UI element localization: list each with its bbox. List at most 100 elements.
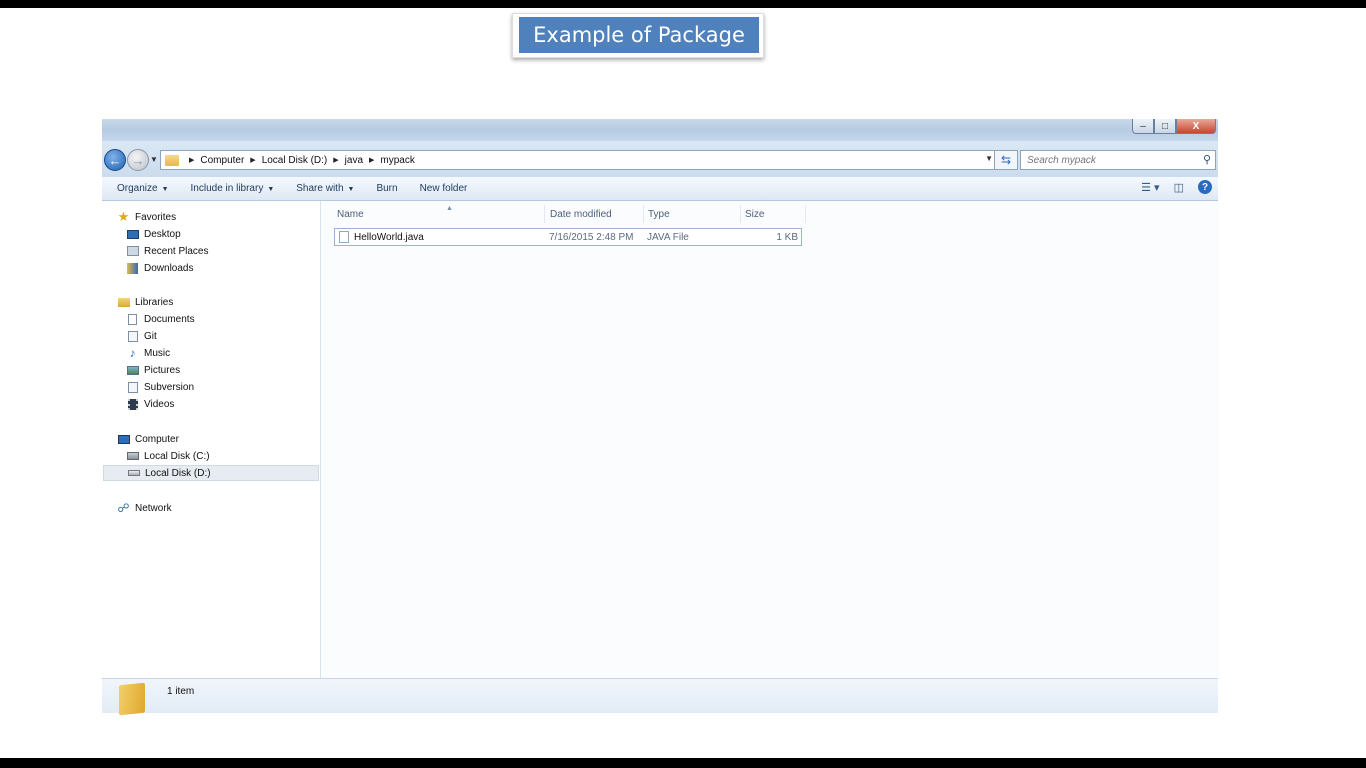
recent-places-icon bbox=[126, 245, 139, 257]
subversion-library-icon bbox=[126, 381, 139, 393]
slide: Example of Package – □ X ← → ▼ ▶ Compute… bbox=[0, 8, 1366, 758]
back-arrow-icon: ← bbox=[108, 152, 122, 168]
desktop-icon bbox=[126, 228, 139, 240]
sidebar-item-network[interactable]: ☍ Network bbox=[117, 500, 171, 516]
chevron-down-icon: ▼ bbox=[161, 186, 169, 193]
sidebar-item-downloads[interactable]: Downloads bbox=[126, 260, 193, 276]
sort-ascending-icon: ▲ bbox=[446, 205, 453, 212]
sidebar-item-label: Git bbox=[144, 330, 157, 342]
burn-button[interactable]: Burn bbox=[369, 183, 404, 194]
sidebar-item-label: Downloads bbox=[144, 262, 194, 274]
breadcrumb-java[interactable]: java bbox=[345, 155, 363, 166]
sidebar-item-label: Local Disk (D:) bbox=[145, 467, 211, 479]
sidebar-item-label: Subversion bbox=[144, 381, 195, 393]
git-library-icon bbox=[126, 330, 139, 342]
forward-arrow-icon: → bbox=[131, 152, 145, 168]
slide-title: Example of Package bbox=[519, 17, 759, 53]
folder-icon bbox=[165, 154, 179, 166]
search-box[interactable]: ⚲ bbox=[1020, 150, 1216, 170]
refresh-icon: ⇆ bbox=[1000, 153, 1012, 167]
breadcrumb-computer[interactable]: Computer bbox=[200, 155, 244, 166]
chevron-right-icon[interactable]: ▶ bbox=[250, 156, 255, 164]
drive-icon bbox=[127, 467, 140, 479]
sidebar-item-label: Favorites bbox=[135, 211, 177, 223]
preview-pane-icon[interactable]: ◫ bbox=[1174, 181, 1184, 194]
computer-icon bbox=[117, 433, 130, 445]
new-folder-button[interactable]: New folder bbox=[413, 183, 475, 194]
view-controls: ☰ ▾ ◫ ? bbox=[1141, 180, 1212, 194]
chevron-right-icon[interactable]: ▶ bbox=[189, 156, 194, 164]
refresh-button[interactable]: ⇆ bbox=[994, 150, 1018, 170]
sidebar-item-desktop[interactable]: Desktop bbox=[126, 226, 181, 242]
sidebar-item-label: Videos bbox=[144, 398, 175, 410]
file-list-pane: Name ▲ Date modified Type Size HelloWorl… bbox=[322, 201, 1218, 678]
window-titlebar[interactable]: – □ X bbox=[102, 119, 1218, 141]
breadcrumb-local-disk-d[interactable]: Local Disk (D:) bbox=[262, 155, 328, 166]
file-name: HelloWorld.java bbox=[354, 232, 424, 243]
share-with-menu[interactable]: Share with ▼ bbox=[289, 183, 361, 194]
include-in-library-menu[interactable]: Include in library ▼ bbox=[184, 183, 282, 194]
sidebar-item-git[interactable]: Git bbox=[126, 328, 157, 344]
chevron-right-icon[interactable]: ▶ bbox=[369, 156, 374, 164]
column-header-size[interactable]: Size bbox=[741, 205, 806, 223]
sidebar-item-local-disk-d[interactable]: Local Disk (D:) bbox=[103, 465, 319, 481]
back-button[interactable]: ← bbox=[104, 149, 126, 171]
chevron-down-icon: ▼ bbox=[347, 186, 355, 193]
chevron-down-icon: ▼ bbox=[267, 186, 275, 193]
sidebar-item-label: Music bbox=[144, 347, 171, 359]
file-date-modified: 7/16/2015 2:48 PM bbox=[549, 232, 634, 243]
sidebar-item-label: Recent Places bbox=[144, 245, 209, 257]
documents-icon bbox=[126, 313, 139, 325]
address-row: ← → ▼ ▶ Computer ▶ Local Disk (D:) ▶ jav… bbox=[102, 141, 1218, 177]
sidebar-item-subversion[interactable]: Subversion bbox=[126, 379, 194, 395]
file-size: 1 KB bbox=[776, 232, 798, 243]
videos-icon bbox=[126, 398, 139, 410]
address-bar[interactable]: ▶ Computer ▶ Local Disk (D:) ▶ java ▶ my… bbox=[160, 150, 998, 170]
change-view-icon[interactable]: ☰ ▾ bbox=[1141, 181, 1159, 194]
java-file-icon bbox=[339, 231, 349, 243]
file-row[interactable]: HelloWorld.java 7/16/2015 2:48 PM JAVA F… bbox=[334, 228, 802, 246]
search-input[interactable] bbox=[1021, 154, 1191, 166]
sidebar-item-libraries[interactable]: Libraries bbox=[117, 294, 173, 310]
sidebar-item-computer[interactable]: Computer bbox=[117, 431, 179, 447]
sidebar-item-pictures[interactable]: Pictures bbox=[126, 362, 180, 378]
organize-label: Organize bbox=[117, 183, 158, 194]
downloads-icon bbox=[126, 262, 139, 274]
system-drive-icon bbox=[126, 450, 139, 462]
column-header-label: Name bbox=[337, 208, 364, 220]
column-header-name[interactable]: Name ▲ bbox=[333, 205, 545, 223]
address-dropdown-icon[interactable]: ▼ bbox=[985, 154, 993, 163]
star-icon: ★ bbox=[117, 209, 130, 224]
sidebar-item-music[interactable]: ♪ Music bbox=[126, 345, 171, 361]
command-toolbar: Organize ▼ Include in library ▼ Share with… bbox=[102, 177, 1218, 201]
column-header-date-modified[interactable]: Date modified bbox=[546, 205, 644, 223]
caption-buttons: – □ X bbox=[1132, 119, 1216, 135]
share-with-label: Share with bbox=[296, 183, 344, 194]
sidebar-item-label: Documents bbox=[144, 313, 195, 325]
sidebar-item-videos[interactable]: Videos bbox=[126, 396, 174, 412]
file-type: JAVA File bbox=[647, 232, 689, 243]
maximize-button[interactable]: □ bbox=[1154, 119, 1176, 134]
network-icon: ☍ bbox=[117, 501, 130, 515]
organize-menu[interactable]: Organize ▼ bbox=[110, 183, 176, 194]
libraries-icon bbox=[117, 296, 130, 308]
sidebar-item-label: Desktop bbox=[144, 228, 181, 240]
sidebar-item-local-disk-c[interactable]: Local Disk (C:) bbox=[126, 448, 210, 464]
close-button[interactable]: X bbox=[1176, 119, 1216, 134]
sidebar-item-documents[interactable]: Documents bbox=[126, 311, 195, 327]
search-icon[interactable]: ⚲ bbox=[1203, 153, 1211, 166]
sidebar-item-recent-places[interactable]: Recent Places bbox=[126, 243, 208, 259]
music-icon: ♪ bbox=[129, 346, 136, 360]
include-in-library-label: Include in library bbox=[190, 183, 264, 194]
column-header-type[interactable]: Type bbox=[644, 205, 741, 223]
details-pane: 1 item bbox=[102, 678, 1218, 716]
forward-button[interactable]: → bbox=[127, 149, 149, 171]
chevron-right-icon[interactable]: ▶ bbox=[333, 156, 338, 164]
explorer-window: – □ X ← → ▼ ▶ Computer ▶ Local Disk (D:)… bbox=[102, 119, 1218, 716]
minimize-button[interactable]: – bbox=[1132, 119, 1154, 134]
recent-pages-dropdown[interactable]: ▼ bbox=[150, 155, 158, 164]
breadcrumb-mypack[interactable]: mypack bbox=[380, 155, 414, 166]
slide-title-box: Example of Package bbox=[512, 13, 764, 58]
sidebar-item-favorites[interactable]: ★ Favorites bbox=[117, 209, 176, 225]
help-icon[interactable]: ? bbox=[1198, 180, 1212, 194]
